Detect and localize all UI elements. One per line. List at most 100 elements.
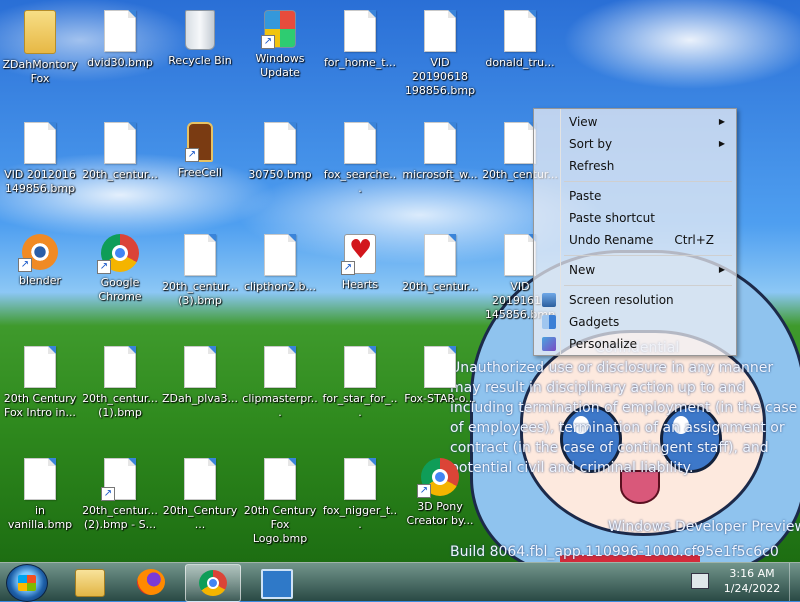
start-button[interactable]: [6, 564, 48, 602]
desktop-icon[interactable]: for_star_for_...: [320, 336, 400, 448]
menu-separator: [564, 181, 732, 182]
desktop-icon-label: donald_tru...: [485, 56, 555, 69]
desktop-icon[interactable]: VID 2012016 149856.bmp: [0, 112, 80, 224]
desktop-icon-label: clipthon2.b...: [243, 280, 317, 293]
desktop-icon[interactable]: donald_tru...: [480, 0, 560, 112]
desktop-icon-label: Google Chrome: [98, 276, 142, 303]
menu-separator: [564, 285, 732, 286]
file-icon: [104, 346, 136, 388]
desktop-icon[interactable]: in vanilla.bmp: [0, 448, 80, 560]
desktop-icon-label: fox_searche...: [323, 168, 397, 195]
desktop-icon[interactable]: ↗ FreeCell: [160, 112, 240, 224]
desktop-icon-label: fox_nigger_t...: [322, 504, 398, 531]
desktop-icon[interactable]: ZDahMontory Fox: [0, 0, 80, 112]
desktop-icon-label: 20th Century Fox Logo.bmp: [243, 504, 317, 545]
desktop-icon-label: ZDah_plva3...: [162, 392, 238, 405]
desktop-icon-label: Recycle Bin: [168, 54, 232, 67]
menu-item-new[interactable]: New ▶: [536, 260, 734, 280]
control-panel-icon: [261, 569, 293, 599]
file-icon: [264, 122, 296, 164]
file-icon: [504, 122, 536, 164]
file-icon: [344, 10, 376, 52]
file-icon: [264, 458, 296, 500]
desktop-icon[interactable]: 20th_Century...: [160, 448, 240, 560]
desktop-icon[interactable]: ↗ blender: [0, 224, 80, 336]
desktop-icon[interactable]: 20th_centur... (1).bmp: [80, 336, 160, 448]
shortcut-arrow-icon: ↗: [97, 260, 111, 274]
desktop-icon[interactable]: clipmasterpr...: [240, 336, 320, 448]
file-icon: [344, 458, 376, 500]
desktop-icon[interactable]: microsoft_w...: [400, 112, 480, 224]
desktop-icon[interactable]: 20th_centur...: [400, 224, 480, 336]
desktop-icon-label: for_home_t...: [323, 56, 397, 69]
desktop-icon[interactable]: ↗ Windows Update: [240, 0, 320, 112]
shortcut-arrow-icon: ↗: [341, 261, 355, 275]
desktop-icon[interactable]: fox_searche...: [320, 112, 400, 224]
desktop-icon[interactable]: 20th Century Fox Logo.bmp: [240, 448, 320, 560]
taskbar-control-panel-button[interactable]: [248, 564, 302, 600]
menu-item-label: Paste: [569, 189, 602, 203]
shortcut-arrow-icon: ↗: [261, 35, 275, 49]
desktop-icon[interactable]: ↗ 3D Pony Creator by...: [400, 448, 480, 560]
desktop-icon[interactable]: 20th_centur... (3).bmp: [160, 224, 240, 336]
desktop[interactable]: Confidential Unauthorized use or disclos…: [0, 0, 800, 562]
clock-time: 3:16 AM: [729, 567, 775, 580]
taskbar-explorer-button[interactable]: [62, 564, 116, 600]
desktop-icon[interactable]: 20th Century Fox Intro in...: [0, 336, 80, 448]
menu-item-view[interactable]: View ▶: [536, 112, 734, 132]
desktop-icon-label: ZDahMontory Fox: [2, 58, 78, 85]
menu-item-screen-resolution[interactable]: Screen resolution: [536, 290, 734, 310]
desktop-icon-label: in vanilla.bmp: [7, 504, 73, 531]
desktop-icon[interactable]: Fox-STAR-o...: [400, 336, 480, 448]
network-icon[interactable]: [691, 573, 709, 589]
menu-item-label: Personalize: [569, 337, 638, 351]
file-icon: ↗: [101, 458, 136, 501]
taskbar-chrome-button[interactable]: [185, 564, 241, 602]
menu-item-paste-shortcut[interactable]: Paste shortcut: [536, 208, 734, 228]
menu-item-gadgets[interactable]: Gadgets: [536, 312, 734, 332]
desktop-icon[interactable]: ↗ Google Chrome: [80, 224, 160, 336]
menu-item-personalize[interactable]: Personalize: [536, 334, 734, 354]
windows-update-icon: ↗: [261, 10, 296, 49]
freecell-icon: ↗: [185, 122, 213, 162]
file-icon: [184, 458, 216, 500]
chrome-icon: ↗: [417, 458, 459, 498]
menu-item-paste[interactable]: Paste: [536, 186, 734, 206]
screen-resolution-icon: [542, 293, 556, 307]
taskbar-clock[interactable]: 3:16 AM 1/24/2022: [716, 566, 788, 596]
menu-item-undo-rename[interactable]: Undo Rename Ctrl+Z: [536, 230, 734, 250]
desktop-icon[interactable]: Recycle Bin: [160, 0, 240, 112]
desktop-icon[interactable]: clipthon2.b...: [240, 224, 320, 336]
file-icon: [344, 122, 376, 164]
submenu-arrow-icon: ▶: [718, 139, 725, 148]
desktop-icon-label: 20th_centur...: [402, 280, 478, 293]
desktop-icon[interactable]: for_home_t...: [320, 0, 400, 112]
shortcut-arrow-icon: ↗: [18, 258, 32, 272]
file-icon: [424, 346, 456, 388]
desktop-icon[interactable]: 30750.bmp: [240, 112, 320, 224]
desktop-icon[interactable]: ↗ 20th_centur... (2).bmp - S...: [80, 448, 160, 560]
desktop-icon[interactable]: 20th_centur...: [80, 112, 160, 224]
watermark-preview-label: Windows Developer Preview: [608, 519, 800, 535]
desktop-icon-label: 20th_Century...: [162, 504, 238, 531]
desktop-icon-label: Windows Update: [255, 52, 305, 79]
menu-item-sort-by[interactable]: Sort by ▶: [536, 134, 734, 154]
desktop-icon[interactable]: VID 20190618 198856.bmp: [400, 0, 480, 112]
desktop-icon[interactable]: dvid30.bmp: [80, 0, 160, 112]
desktop-icon[interactable]: ↗ Hearts: [320, 224, 400, 336]
taskbar-firefox-button[interactable]: [124, 564, 178, 600]
desktop-icon-label: 20th_centur... (2).bmp - S...: [82, 504, 158, 531]
hearts-icon: ↗: [341, 234, 376, 275]
menu-item-label: Gadgets: [569, 315, 620, 329]
desktop-icon[interactable]: ZDah_plva3...: [160, 336, 240, 448]
desktop-icon-label: Hearts: [341, 278, 379, 291]
show-desktop-button[interactable]: [789, 563, 800, 601]
shortcut-arrow-icon: ↗: [417, 484, 431, 498]
desktop-icon-label: 20th Century Fox Intro in...: [3, 392, 77, 419]
desktop-icon-label: 20th_centur...: [82, 168, 158, 181]
desktop-icon-label: Fox-STAR-o...: [404, 392, 476, 405]
desktop-icon[interactable]: fox_nigger_t...: [320, 448, 400, 560]
folder-icon: [24, 10, 56, 54]
menu-item-refresh[interactable]: Refresh: [536, 156, 734, 176]
menu-item-label: Screen resolution: [569, 293, 674, 307]
